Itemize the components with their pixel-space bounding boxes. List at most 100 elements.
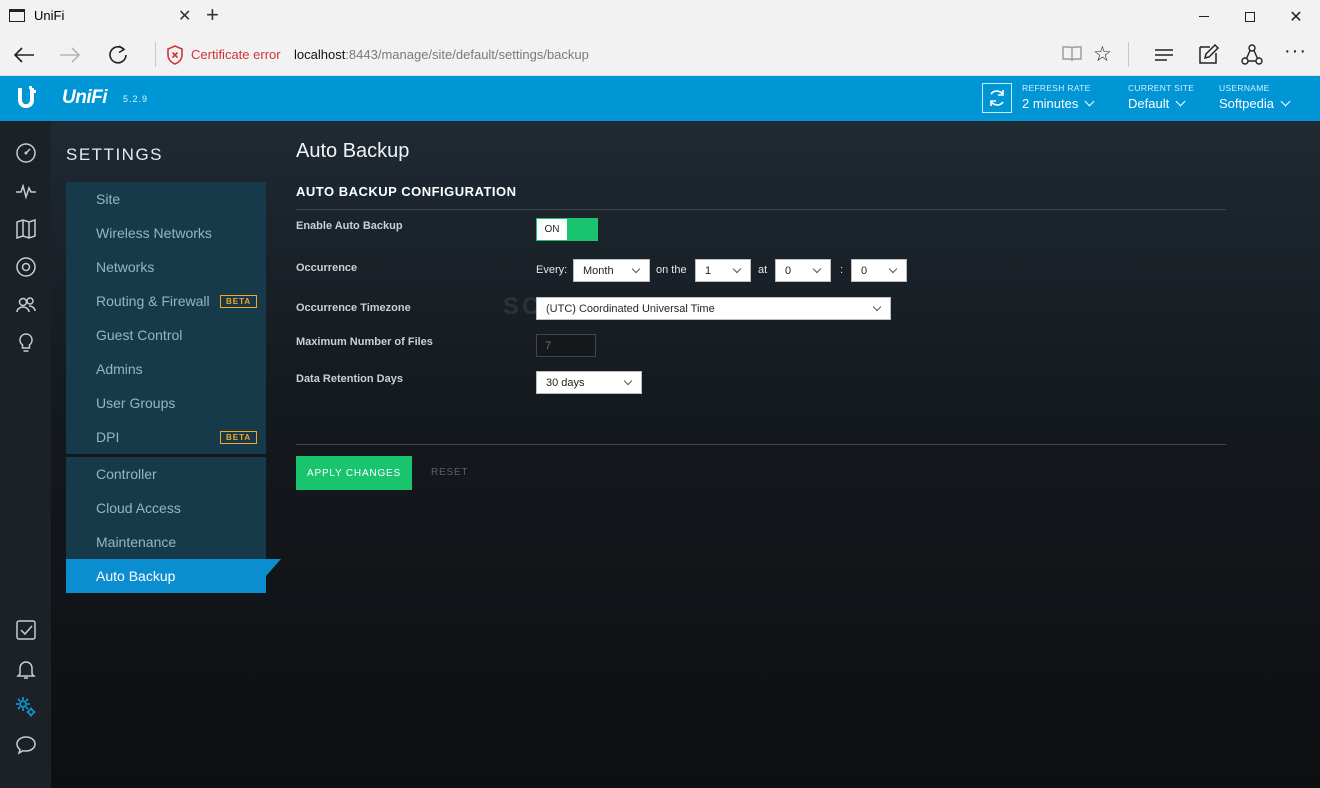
active-item-pointer <box>266 559 281 576</box>
menu-item-label: Site <box>96 191 121 207</box>
forward-arrow-icon[interactable] <box>48 33 92 76</box>
day-value: 1 <box>705 264 712 277</box>
current-site-dropdown[interactable]: CURRENT SITE Default <box>1128 83 1194 111</box>
minimize-icon <box>1199 16 1209 17</box>
timezone-label: Occurrence Timezone <box>296 302 411 314</box>
settings-item-site[interactable]: Site <box>66 182 266 216</box>
chevron-down-icon <box>1175 96 1186 107</box>
favorite-star-icon[interactable]: ☆ <box>1093 42 1112 67</box>
url-path: :8443/manage/site/default/settings/backu… <box>345 47 589 62</box>
map-icon[interactable] <box>14 217 38 241</box>
menu-item-label: Networks <box>96 259 155 275</box>
data-retention-select[interactable]: 30 days <box>536 371 642 394</box>
settings-item-networks[interactable]: Networks <box>66 250 266 284</box>
new-tab-icon[interactable]: + <box>206 4 219 26</box>
insights-icon[interactable] <box>14 331 38 355</box>
browser-tab[interactable]: UniFi ✕ <box>0 0 200 33</box>
more-options-icon[interactable]: ··· <box>1284 41 1308 67</box>
settings-item-maintenance[interactable]: Maintenance <box>66 525 266 559</box>
at-label: at <box>758 264 768 276</box>
enable-auto-backup-toggle[interactable]: ON <box>536 218 598 241</box>
address-separator <box>155 42 156 67</box>
version-label: 5.2.9 <box>123 94 149 104</box>
menu-item-label: User Groups <box>96 395 176 411</box>
browser-nav-bar: Certificate error localhost:8443/manage/… <box>0 33 1320 76</box>
settings-item-cloud-access[interactable]: Cloud Access <box>66 491 266 525</box>
apply-changes-button[interactable]: APPLY CHANGES <box>296 456 412 490</box>
dashboard-icon[interactable] <box>14 141 38 165</box>
chevron-down-icon <box>812 264 822 274</box>
devices-icon[interactable] <box>14 255 38 279</box>
address-bar[interactable]: localhost:8443/manage/site/default/setti… <box>294 47 589 62</box>
settings-item-routing-firewall[interactable]: Routing & Firewall BETA <box>66 284 266 318</box>
toggle-state-label: ON <box>537 219 567 240</box>
window-close-button[interactable]: ✕ <box>1273 0 1319 33</box>
sync-icon <box>990 90 1004 106</box>
refresh-rate-dropdown[interactable]: REFRESH RATE 2 minutes <box>1022 83 1095 111</box>
menu-item-label: Maintenance <box>96 534 177 550</box>
menu-item-label: Controller <box>96 466 157 482</box>
every-label: Every: <box>536 264 568 276</box>
tasks-icon[interactable] <box>14 618 38 642</box>
settings-icon[interactable] <box>14 695 38 719</box>
minute-select[interactable]: 0 <box>851 259 907 282</box>
clients-icon[interactable] <box>14 293 38 317</box>
web-note-icon[interactable] <box>1196 43 1220 67</box>
data-retention-label: Data Retention Days <box>296 373 403 385</box>
enable-auto-backup-label: Enable Auto Backup <box>296 220 403 232</box>
share-icon[interactable] <box>1240 43 1264 67</box>
day-select[interactable]: 1 <box>695 259 751 282</box>
reading-view-icon[interactable] <box>1061 44 1083 64</box>
shield-warning-icon[interactable] <box>166 45 184 65</box>
menu-item-label: Routing & Firewall <box>96 293 210 309</box>
menu-item-label: Cloud Access <box>96 500 181 516</box>
unifi-header: UniFi 5.2.9 REFRESH RATE 2 minutes CURRE… <box>0 76 1320 121</box>
settings-item-dpi[interactable]: DPI BETA <box>66 420 266 454</box>
minimize-button[interactable] <box>1181 0 1227 33</box>
settings-item-admins[interactable]: Admins <box>66 352 266 386</box>
footer-divider <box>296 444 1226 445</box>
occurrence-label: Occurrence <box>296 262 358 274</box>
time-colon: : <box>840 264 844 276</box>
chevron-down-icon <box>1280 96 1291 107</box>
current-site-value: Default <box>1128 96 1170 111</box>
settings-item-controller[interactable]: Controller <box>66 457 266 491</box>
chevron-down-icon <box>623 376 633 386</box>
settings-item-wireless-networks[interactable]: Wireless Networks <box>66 216 266 250</box>
section-title: AUTO BACKUP CONFIGURATION <box>296 184 517 199</box>
back-arrow-icon[interactable] <box>2 33 46 76</box>
hour-select[interactable]: 0 <box>775 259 831 282</box>
settings-heading: SETTINGS <box>66 145 164 164</box>
settings-item-user-groups[interactable]: User Groups <box>66 386 266 420</box>
refresh-now-button[interactable] <box>982 83 1012 113</box>
ubiquiti-logo-icon[interactable] <box>13 85 39 111</box>
settings-item-guest-control[interactable]: Guest Control <box>66 318 266 352</box>
refresh-icon[interactable] <box>96 33 140 76</box>
tab-page-icon <box>9 9 25 22</box>
chevron-down-icon <box>872 302 882 312</box>
left-icon-bar <box>0 121 51 788</box>
username-dropdown[interactable]: USERNAME Softpedia <box>1219 83 1291 111</box>
max-files-input[interactable]: 7 <box>536 334 596 357</box>
current-site-label: CURRENT SITE <box>1128 83 1195 93</box>
hour-value: 0 <box>785 264 792 277</box>
tab-close-icon[interactable]: ✕ <box>178 6 191 26</box>
max-files-label: Maximum Number of Files <box>296 336 433 348</box>
hub-icon[interactable] <box>1152 43 1176 67</box>
menu-item-label: Admins <box>96 361 143 377</box>
tab-title: UniFi <box>34 8 65 23</box>
alerts-icon[interactable] <box>14 657 38 681</box>
chat-icon[interactable] <box>14 733 38 757</box>
maximize-button[interactable] <box>1227 0 1273 33</box>
statistics-icon[interactable] <box>14 179 38 203</box>
frequency-select[interactable]: Month <box>573 259 650 282</box>
page-title: Auto Backup <box>296 140 410 162</box>
reset-button[interactable]: RESET <box>431 467 468 478</box>
app-body: SETTINGS Site Wireless Networks Networks… <box>0 121 1320 788</box>
chevron-down-icon <box>1084 96 1095 107</box>
frequency-value: Month <box>583 264 614 277</box>
certificate-error-label[interactable]: Certificate error <box>191 47 281 62</box>
settings-item-auto-backup[interactable]: Auto Backup <box>66 559 266 593</box>
minute-value: 0 <box>861 264 868 277</box>
username-label: USERNAME <box>1219 83 1270 93</box>
